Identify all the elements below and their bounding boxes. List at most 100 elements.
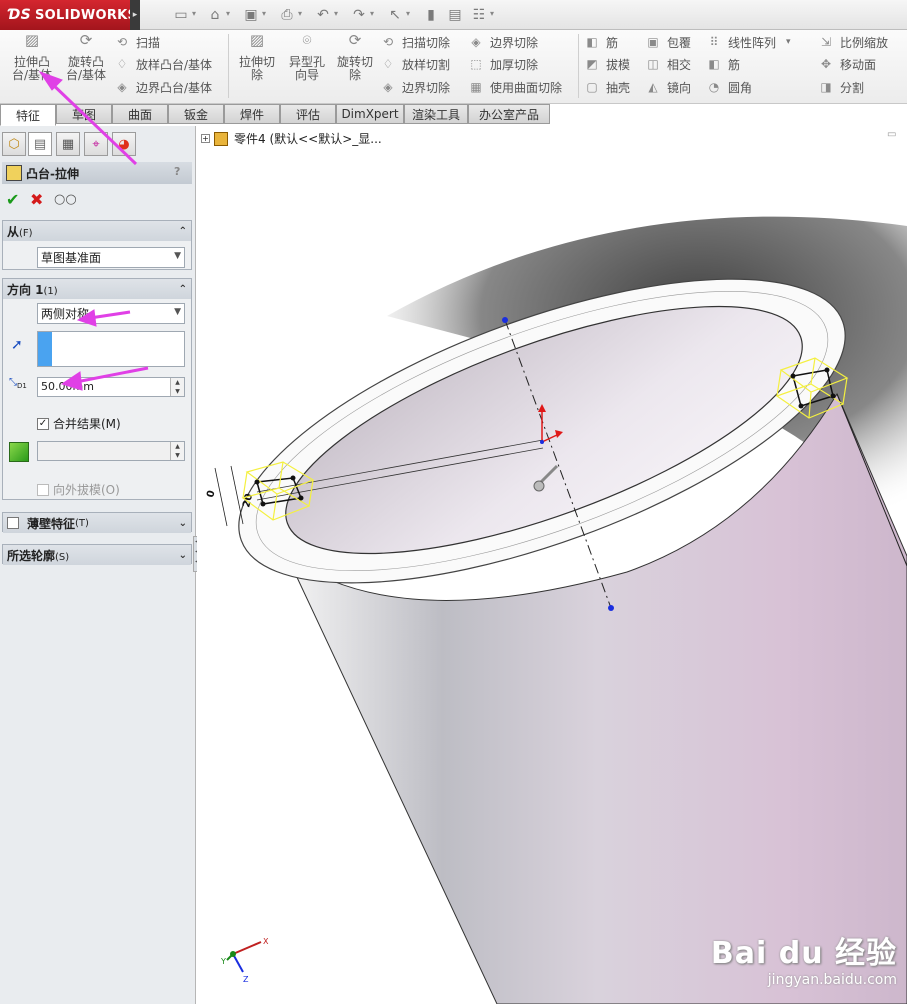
collapse-chevron-icon[interactable]: ⌃	[179, 226, 187, 237]
scope-spinner[interactable]: ▲ ▼	[170, 442, 184, 460]
intersect-button[interactable]: ◫ 相交	[645, 54, 691, 74]
rebuild-icon[interactable]: ▮	[422, 6, 440, 24]
tab-render-tools[interactable]: 渲染工具	[404, 104, 468, 124]
chevron-down-icon[interactable]: ▾	[490, 9, 498, 21]
draft-outward-checkbox[interactable]: 向外拔模(O)	[37, 481, 120, 498]
feature-scope-field[interactable]: ▲ ▼	[37, 441, 185, 461]
new-document-icon[interactable]: ▭	[172, 6, 190, 24]
extrude-boss-button[interactable]: ▨ 拉伸凸台/基体	[8, 33, 56, 82]
linear-pattern-button[interactable]: ⠿ 线性阵列 ▾	[706, 32, 791, 52]
boundary-cut-button[interactable]: ◈ 边界切除	[380, 77, 450, 97]
end-condition-select[interactable]: 两侧对称 ▼	[37, 303, 185, 324]
move-face-button[interactable]: ✥ 移动面	[818, 54, 876, 74]
options-icon[interactable]: ☷	[470, 6, 488, 24]
depth-input[interactable]: 50.00mm ▲ ▼	[37, 377, 185, 397]
tab-dimxpert[interactable]: DimXpert	[336, 104, 404, 124]
selected-contours-group[interactable]: 所选轮廓(S) ⌄	[2, 544, 192, 565]
revolve-cut-button[interactable]: ⟳ 旋转切除	[332, 31, 378, 82]
direction-arrow-icon[interactable]: ➚	[11, 337, 23, 353]
revolve-boss-button[interactable]: ⟳ 旋转凸台/基体	[62, 33, 110, 82]
depth-spinner[interactable]: ▲ ▼	[170, 378, 184, 396]
dimxpert-manager-tab-icon[interactable]: ⌖	[84, 132, 108, 156]
extrude-cut-button[interactable]: ▨ 拉伸切除	[234, 33, 280, 82]
thicken-cut-button[interactable]: ⬚ 加厚切除	[468, 54, 538, 74]
print-icon[interactable]: ⎙	[278, 6, 296, 24]
thin-feature-shortcut: (T)	[75, 517, 89, 529]
origin-point[interactable]	[540, 440, 544, 444]
expand-chevron-icon[interactable]: ⌄	[179, 518, 187, 529]
from-start-condition-select[interactable]: 草图基准面 ▼	[37, 247, 185, 268]
tab-sheet-metal[interactable]: 钣金	[168, 104, 224, 124]
feature-tree-flyout[interactable]: + 零件4 (默认<<默认>_显...	[201, 130, 382, 147]
boundary-cut2-button[interactable]: ◈ 边界切除	[468, 32, 538, 52]
thin-feature-checkbox[interactable]	[7, 517, 19, 529]
expand-chevron-icon[interactable]: ⌄	[179, 550, 187, 561]
direction-vector-field[interactable]	[37, 331, 185, 367]
rib2-button[interactable]: ◧ 筋	[706, 54, 740, 74]
property-manager-tab-icon[interactable]: ▤	[28, 132, 52, 156]
boundary-cut-icon: ◈	[383, 80, 393, 94]
sweep-button[interactable]: ⟲ 扫描	[114, 32, 160, 52]
wrap-button[interactable]: ▣ 包覆	[645, 32, 691, 52]
undo-icon[interactable]: ↶	[314, 6, 332, 24]
merge-result-checkbox[interactable]: ✓ 合并结果(M)	[37, 415, 121, 432]
feature-manager-tab-icon[interactable]: ⬡	[2, 132, 26, 156]
draft-button[interactable]: ◩ 拔模	[584, 54, 630, 74]
mirror-button[interactable]: ◭ 镜向	[645, 77, 691, 97]
tab-sketch[interactable]: 草图	[56, 104, 112, 124]
boundary-boss-button[interactable]: ◈ 边界凸台/基体	[114, 77, 212, 97]
chevron-down-icon[interactable]: ▾	[406, 9, 414, 21]
chevron-down-icon[interactable]: ▾	[334, 9, 342, 21]
chevron-down-icon[interactable]: ▾	[298, 9, 306, 21]
file-properties-icon[interactable]: ▤	[446, 6, 464, 24]
from-group-header[interactable]: 从(F) ⌃	[3, 221, 191, 241]
display-manager-tab-icon[interactable]: ◕	[112, 132, 136, 156]
loft-cut-button[interactable]: ♢ 放样切割	[380, 54, 450, 74]
split-button[interactable]: ◨ 分割	[818, 77, 864, 97]
chevron-down-icon[interactable]: ▾	[192, 9, 200, 21]
fillet-button[interactable]: ◔ 圆角	[706, 77, 752, 97]
chevron-down-icon[interactable]: ▾	[226, 9, 234, 21]
tab-features[interactable]: 特征	[0, 104, 56, 126]
chevron-down-icon[interactable]: ▾	[262, 9, 270, 21]
save-icon[interactable]: ▣	[242, 6, 260, 24]
selected-contours-header[interactable]: 所选轮廓(S) ⌄	[3, 545, 191, 565]
cancel-x-icon[interactable]: ✖	[30, 190, 43, 209]
graphics-viewport[interactable]: 0 20 X Y Z + 零件4 (默认<<默认>_显... ▭ Bai du …	[197, 126, 907, 1004]
collapse-chevron-icon[interactable]: ⌃	[179, 284, 187, 295]
ok-check-icon[interactable]: ✔	[6, 190, 19, 209]
chevron-down-icon[interactable]: ▾	[786, 37, 791, 47]
scale-button[interactable]: ⇲ 比例缩放	[818, 32, 888, 52]
from-shortcut: (F)	[19, 227, 33, 239]
surface-cut-button[interactable]: ▦ 使用曲面切除	[468, 77, 562, 97]
direction1-group-header[interactable]: 方向 1(1) ⌃	[3, 279, 191, 299]
configuration-manager-tab-icon[interactable]: ▦	[56, 132, 80, 156]
drag-handle-knob[interactable]	[533, 480, 545, 492]
depth-value: 50.00mm	[41, 380, 94, 393]
restore-view-icon[interactable]: ▭	[887, 129, 901, 141]
select-pointer-icon[interactable]: ↖	[386, 6, 404, 24]
draft-label: 拔模	[606, 57, 631, 72]
help-button[interactable]: ?	[174, 165, 188, 179]
loft-boss-button[interactable]: ♢ 放样凸台/基体	[114, 54, 212, 74]
tab-evaluate[interactable]: 评估	[280, 104, 336, 124]
tab-office-products[interactable]: 办公室产品	[468, 104, 550, 124]
revolve-cut-icon: ⟳	[348, 31, 362, 49]
tree-expand-icon[interactable]: +	[201, 134, 210, 143]
thin-feature-group[interactable]: 薄壁特征 (T) ⌄	[2, 512, 192, 533]
rib-button[interactable]: ◧ 筋	[584, 32, 618, 52]
redo-icon[interactable]: ↷	[350, 6, 368, 24]
open-folder-icon[interactable]: ⌂	[206, 6, 224, 24]
sweep-cut-button[interactable]: ⟲ 扫描切除	[380, 32, 450, 52]
thin-feature-header[interactable]: 薄壁特征 (T) ⌄	[3, 513, 191, 533]
dimension-label[interactable]: 0	[205, 489, 217, 498]
tab-weldments[interactable]: 焊件	[224, 104, 280, 124]
shell-button[interactable]: ▢ 抽壳	[584, 77, 630, 97]
boundary-cut2-label: 边界切除	[490, 35, 539, 50]
menu-expand-arrow-icon[interactable]: ▸	[130, 0, 140, 30]
tab-surfaces[interactable]: 曲面	[112, 104, 168, 124]
detailed-preview-icon[interactable]: ○○	[54, 192, 77, 207]
hole-wizard-button[interactable]: ⌾ 异型孔向导	[284, 33, 330, 82]
chevron-down-icon[interactable]: ▾	[370, 9, 378, 21]
solidworks-logo[interactable]: ƊS SOLIDWORKS	[0, 0, 137, 30]
